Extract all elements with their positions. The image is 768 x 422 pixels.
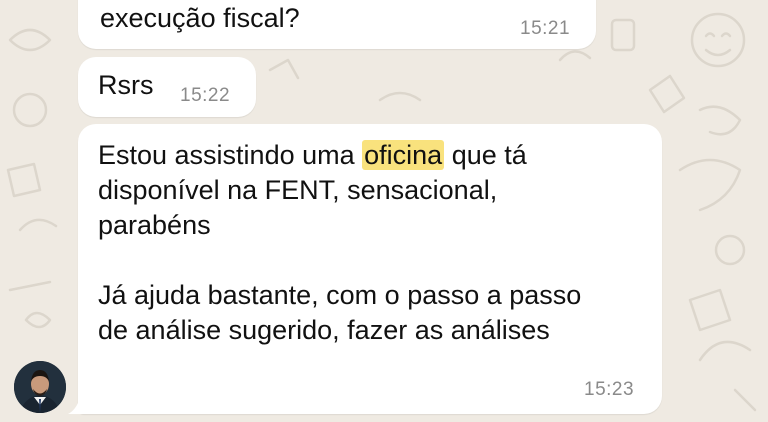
avatar-photo: [14, 361, 66, 413]
search-highlight: oficina: [362, 140, 445, 170]
message-timestamp: 15:22: [180, 85, 231, 106]
avatar[interactable]: [14, 361, 66, 413]
message-bubble[interactable]: Rsrs 15:22: [78, 57, 256, 117]
message-line: Já ajuda bastante, com o passo a passo: [98, 280, 582, 310]
message-paragraph: Estou assistindo uma oficina que tá disp…: [98, 138, 658, 348]
message-line: parabéns: [98, 210, 211, 240]
message-timestamp: 15:23: [584, 379, 635, 400]
message-timestamp: 15:21: [520, 18, 571, 39]
message-line: Estou assistindo uma oficina que tá: [98, 138, 658, 173]
message-text: Rsrs: [98, 70, 154, 100]
message-bubble[interactable]: Estou assistindo uma oficina que tá disp…: [78, 124, 662, 414]
message-text-fragment: que tá: [444, 140, 527, 170]
message-text: execução fiscal?: [100, 3, 300, 33]
bubble-tail: [68, 398, 86, 414]
message-line: disponível na FENT, sensacional,: [98, 175, 498, 205]
message-text-fragment: Estou assistindo uma: [98, 140, 363, 170]
message-line: de análise sugerido, fazer as análises: [98, 315, 550, 345]
message-bubble[interactable]: execução fiscal? 15:21: [78, 0, 596, 49]
